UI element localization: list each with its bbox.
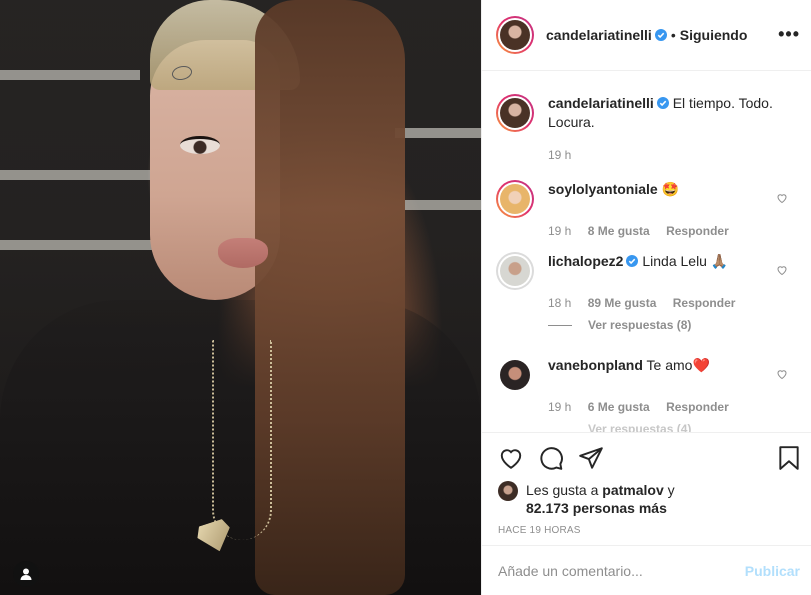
likes-joiner: y <box>667 482 675 498</box>
verified-icon <box>656 97 669 109</box>
view-replies-label: Ver respuestas (8) <box>588 318 692 332</box>
background-shelf <box>0 170 150 180</box>
comment-time[interactable]: 18 h <box>548 296 571 310</box>
comment-button[interactable] <box>538 445 564 471</box>
header-separator: • <box>670 27 676 43</box>
comments-list[interactable]: candelariatinelli El tiempo. Todo. Locur… <box>482 72 811 432</box>
likes-count[interactable]: 82.173 personas más <box>526 500 667 516</box>
comment-likes[interactable]: 6 Me gusta <box>588 400 650 414</box>
heart-icon[interactable] <box>776 192 788 204</box>
likes-summary: Les gusta a patmalov y 82.173 personas m… <box>498 481 796 517</box>
author-username[interactable]: candelariatinelli <box>546 27 652 43</box>
comment-avatar[interactable] <box>496 252 534 290</box>
share-icon <box>579 447 603 469</box>
comment-likes[interactable]: 89 Me gusta <box>588 296 657 310</box>
comment-item: lichalopez2 Linda Lelu 🙏🏽 18 h 89 Me gus… <box>496 252 796 310</box>
author-avatar[interactable] <box>496 16 534 54</box>
comment-avatar[interactable] <box>496 356 534 394</box>
post-caption: candelariatinelli El tiempo. Todo. Locur… <box>496 94 796 162</box>
post-header: candelariatinelli • Siguiendo ••• <box>482 0 811 71</box>
liker-username[interactable]: patmalov <box>602 482 663 498</box>
comment-text: Linda Lelu 🙏🏽 <box>642 253 729 269</box>
reply-button[interactable]: Responder <box>673 296 736 310</box>
comment-text: Te amo❤️ <box>646 357 710 373</box>
likes-prefix: Les gusta a <box>526 482 599 498</box>
bookmark-icon <box>779 446 799 470</box>
post-photo[interactable] <box>0 0 481 595</box>
post-time-ago[interactable]: HACE 19 HORAS <box>498 525 796 536</box>
heart-icon <box>500 449 522 469</box>
background-shelf <box>0 240 160 250</box>
verified-icon <box>626 255 639 267</box>
view-replies-button[interactable]: Ver respuestas (8) <box>548 318 691 332</box>
replies-divider <box>548 324 572 326</box>
photo-lips <box>218 238 268 268</box>
following-button[interactable]: Siguiendo <box>680 27 748 43</box>
comment-icon <box>540 447 563 470</box>
comment-avatar[interactable] <box>496 180 534 218</box>
verified-icon <box>654 29 667 41</box>
comment-username[interactable]: lichalopez2 <box>548 253 623 269</box>
heart-icon[interactable] <box>776 368 788 380</box>
comment-item: vanebonpland Te amo❤️ 19 h 6 Me gusta Re… <box>496 356 796 414</box>
comment-time[interactable]: 19 h <box>548 400 571 414</box>
more-icon[interactable]: ••• <box>778 24 800 45</box>
user-icon <box>20 568 32 580</box>
view-replies-button-clipped[interactable]: Ver respuestas (4) <box>588 422 691 432</box>
post-side-panel: candelariatinelli • Siguiendo ••• candel… <box>481 0 811 595</box>
caption-avatar[interactable] <box>496 94 534 132</box>
photo-eye <box>180 136 220 154</box>
background-shelf <box>405 200 481 210</box>
liker-avatar[interactable] <box>498 481 518 501</box>
publish-button[interactable]: Publicar <box>745 563 800 579</box>
heart-icon[interactable] <box>776 264 788 276</box>
share-button[interactable] <box>578 445 604 471</box>
reply-button[interactable]: Responder <box>666 400 729 414</box>
comment-text: 🤩 <box>661 181 680 197</box>
comment-username[interactable]: soylolyantoniale <box>548 181 658 197</box>
background-shelf <box>0 70 140 80</box>
comment-username[interactable]: vanebonpland <box>548 357 643 373</box>
add-comment-bar: Publicar <box>482 545 811 595</box>
comment-item: soylolyantoniale 🤩 19 h 8 Me gusta Respo… <box>496 180 796 238</box>
comment-likes[interactable]: 8 Me gusta <box>588 224 650 238</box>
caption-username[interactable]: candelariatinelli <box>548 95 654 111</box>
tagged-users-button[interactable] <box>13 561 39 587</box>
reply-button[interactable]: Responder <box>666 224 729 238</box>
like-button[interactable] <box>498 445 524 471</box>
save-button[interactable] <box>776 445 802 471</box>
background-shelf <box>395 128 481 138</box>
comment-time[interactable]: 19 h <box>548 224 571 238</box>
caption-time[interactable]: 19 h <box>548 148 571 162</box>
photo-hair <box>255 0 405 595</box>
post-actions: Les gusta a patmalov y 82.173 personas m… <box>482 432 811 536</box>
photo-chain <box>212 340 272 540</box>
comment-input[interactable] <box>498 562 745 579</box>
